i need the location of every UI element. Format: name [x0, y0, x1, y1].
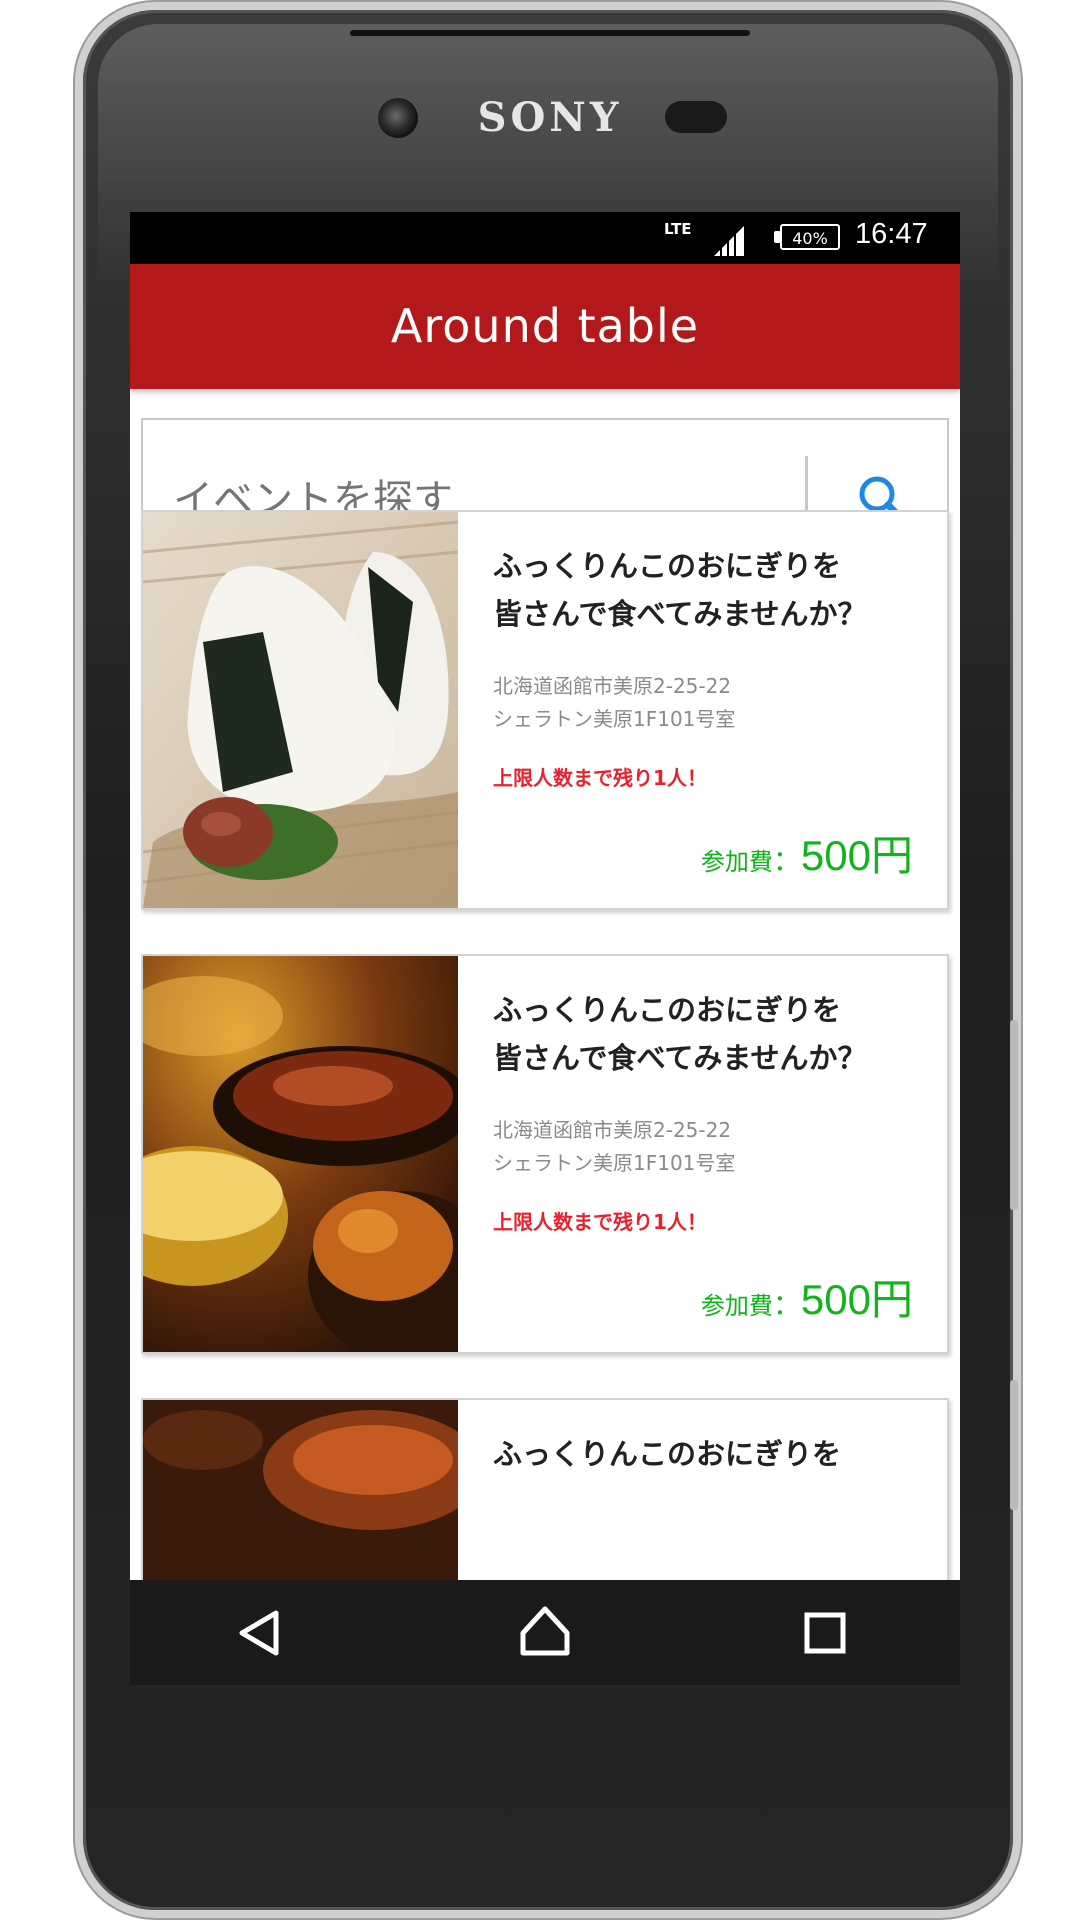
event-title-line: ふっくりんこのおにぎりを — [493, 549, 842, 583]
event-title: ふっくりんこのおにぎりを 皆さんで食べてみませんか？ — [493, 542, 923, 638]
event-title: ふっくりんこのおにぎりを 皆さんで食べてみませんか？ — [493, 986, 923, 1082]
remaining-seats: 上限人数まで残り1人！ — [493, 766, 707, 790]
fee-separator: ： — [772, 844, 801, 877]
back-icon — [239, 1610, 279, 1656]
home-button[interactable] — [505, 1595, 585, 1671]
proximity-sensor — [665, 101, 727, 133]
status-bar: LTE 40% 16:47 — [130, 212, 960, 264]
event-fee: 参加費：500円 — [493, 822, 913, 883]
app-title: Around table — [390, 299, 700, 353]
battery-indicator: 40% — [780, 224, 840, 250]
address-line: 北海道函館市美原2-25-22 — [493, 1118, 732, 1142]
front-camera — [378, 98, 418, 138]
device-brand: SONY — [477, 94, 623, 141]
recents-icon — [804, 1612, 846, 1654]
back-button[interactable] — [220, 1595, 300, 1671]
volume-button — [1010, 1020, 1018, 1210]
event-card[interactable]: ふっくりんこのおにぎりを 皆さんで食べてみませんか？ 北海道函館市美原2-25-… — [141, 510, 949, 910]
dinner-photo — [143, 956, 458, 1352]
signal-icon — [714, 226, 744, 257]
event-address: 北海道函館市美原2-25-22 シェラトン美原1F101号室 — [493, 1114, 923, 1180]
fee-value: 500円 — [800, 832, 913, 879]
earpiece — [350, 30, 750, 36]
fee-separator: ： — [772, 1288, 801, 1321]
event-card[interactable]: ふっくりんこのおにぎりを 皆さんで食べてみませんか？ 北海道函館市美原2-25-… — [141, 954, 949, 1354]
network-type: LTE — [664, 220, 692, 238]
event-title: ふっくりんこのおにぎりを — [493, 1430, 923, 1478]
clock: 16:47 — [855, 218, 928, 250]
recents-button[interactable] — [785, 1595, 865, 1671]
remaining-seats: 上限人数まで残り1人！ — [493, 1210, 707, 1234]
fee-label: 参加費 — [700, 1292, 773, 1320]
address-line: 北海道函館市美原2-25-22 — [493, 674, 732, 698]
screen: LTE 40% 16:47 Around table イベントを探す ふっくりん… — [130, 212, 960, 1685]
address-line: シェラトン美原1F101号室 — [493, 707, 736, 731]
address-line: シェラトン美原1F101号室 — [493, 1151, 736, 1175]
home-icon — [520, 1606, 570, 1656]
app-bar: Around table — [130, 264, 960, 389]
fee-value: 500円 — [800, 1276, 913, 1323]
power-button — [1010, 1380, 1018, 1510]
fee-label: 参加費 — [700, 848, 773, 876]
event-title-line: 皆さんで食べてみませんか？ — [493, 597, 867, 631]
event-title-line: ふっくりんこのおにぎりを — [493, 993, 842, 1027]
navigation-bar — [130, 1580, 960, 1685]
event-fee: 参加費：500円 — [493, 1266, 913, 1327]
event-address: 北海道函館市美原2-25-22 シェラトン美原1F101号室 — [493, 670, 923, 736]
event-title-line: ふっくりんこのおにぎりを — [493, 1437, 842, 1471]
event-title-line: 皆さんで食べてみませんか？ — [493, 1041, 867, 1075]
onigiri-photo — [143, 512, 458, 908]
